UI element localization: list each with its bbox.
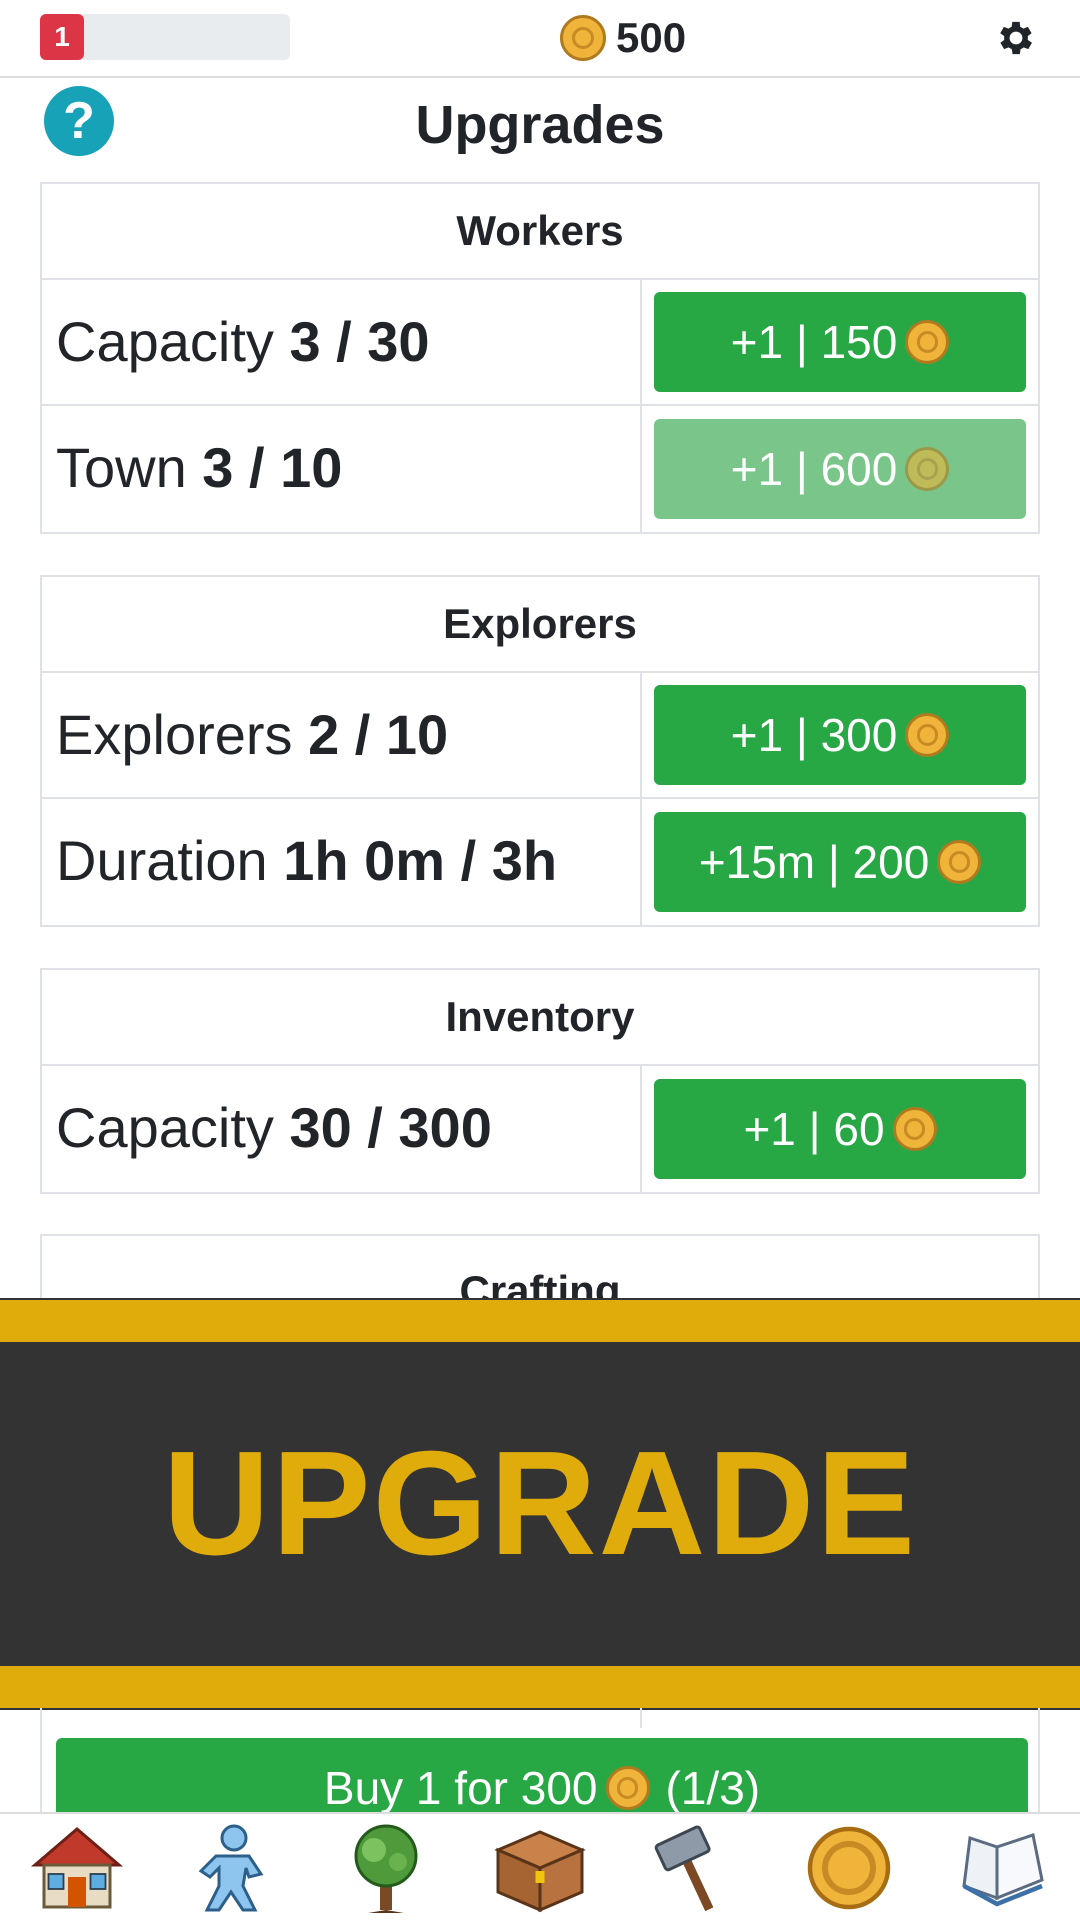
xp-progress-bar (80, 14, 290, 60)
chest-icon (494, 1830, 586, 1913)
buy-button-count: (1/3) (665, 1762, 761, 1814)
gear-icon[interactable] (994, 16, 1038, 60)
nav-town[interactable] (22, 1818, 132, 1918)
upgrade-row: Town 3 / 10 +1 | 600 (42, 406, 1038, 532)
row-label: Town 3 / 10 (42, 406, 642, 532)
row-label: Explorers 2 / 10 (42, 673, 642, 797)
coin-icon (605, 1766, 650, 1810)
coin-icon (905, 713, 950, 757)
coin-icon (937, 840, 982, 884)
house-icon (31, 1827, 124, 1909)
upgrade-capacity-button[interactable]: +1 | 150 (654, 292, 1026, 392)
coin-icon (560, 15, 606, 61)
row-value: 1h 0m / 3h (283, 829, 558, 892)
nav-inventory[interactable] (485, 1818, 595, 1918)
coin-icon (905, 447, 950, 491)
upgrade-row: Capacity 3 / 30 +1 | 150 (42, 280, 1038, 406)
upgrade-row: Capacity 30 / 300 +1 | 60 (42, 1066, 1038, 1192)
upgrade-row: Explorers 2 / 10 +1 | 300 (42, 673, 1038, 799)
coin-icon (807, 1826, 890, 1910)
nav-upgrades[interactable] (794, 1818, 904, 1918)
nav-crafting[interactable] (639, 1818, 749, 1918)
row-value: 3 / 10 (202, 436, 343, 499)
upgrade-inventory-button[interactable]: +1 | 60 (654, 1079, 1026, 1179)
page-title: Upgrades (415, 95, 665, 155)
hammer-icon (654, 1825, 714, 1912)
explorer-icon (199, 1824, 264, 1912)
row-label: Capacity 3 / 30 (42, 280, 642, 404)
crafting-row-divider (640, 1708, 642, 1728)
tree-icon (354, 1824, 418, 1913)
top-bar: 1 500 (0, 0, 1080, 78)
row-value: 2 / 10 (308, 703, 449, 766)
bottom-nav (0, 1812, 1080, 1922)
nav-guide[interactable] (948, 1818, 1058, 1918)
coin-balance: 500 (560, 12, 686, 64)
upgrade-duration-button[interactable]: +15m | 200 (654, 812, 1026, 912)
row-label: Capacity 30 / 300 (42, 1066, 642, 1192)
coin-icon (905, 320, 950, 364)
upgrade-town-button[interactable]: +1 | 600 (654, 419, 1026, 519)
section-title: Workers (42, 184, 1038, 280)
workers-section: Workers Capacity 3 / 30 +1 | 150 Town 3 … (40, 182, 1040, 534)
upgrade-row: Duration 1h 0m / 3h +15m | 200 (42, 799, 1038, 925)
section-title: Inventory (42, 970, 1038, 1066)
inventory-section: Inventory Capacity 30 / 300 +1 | 60 (40, 968, 1040, 1194)
row-value: 30 / 300 (289, 1096, 492, 1159)
row-value: 3 / 30 (289, 310, 430, 373)
nav-forest[interactable] (331, 1818, 441, 1918)
row-label: Duration 1h 0m / 3h (42, 799, 642, 925)
buy-button-label: Buy 1 for 300 (323, 1762, 598, 1814)
upgrade-banner: UPGRADE (0, 1298, 1080, 1710)
explorers-section: Explorers Explorers 2 / 10 +1 | 300 Dura… (40, 575, 1040, 927)
banner-title: UPGRADE (162, 1421, 918, 1586)
book-icon (962, 1833, 1044, 1907)
upgrade-explorers-button[interactable]: +1 | 300 (654, 685, 1026, 785)
level-badge: 1 (40, 14, 84, 60)
coin-icon (892, 1107, 937, 1151)
section-title: Explorers (42, 577, 1038, 673)
nav-explorers[interactable] (176, 1818, 286, 1918)
coin-balance-value: 500 (616, 14, 687, 61)
